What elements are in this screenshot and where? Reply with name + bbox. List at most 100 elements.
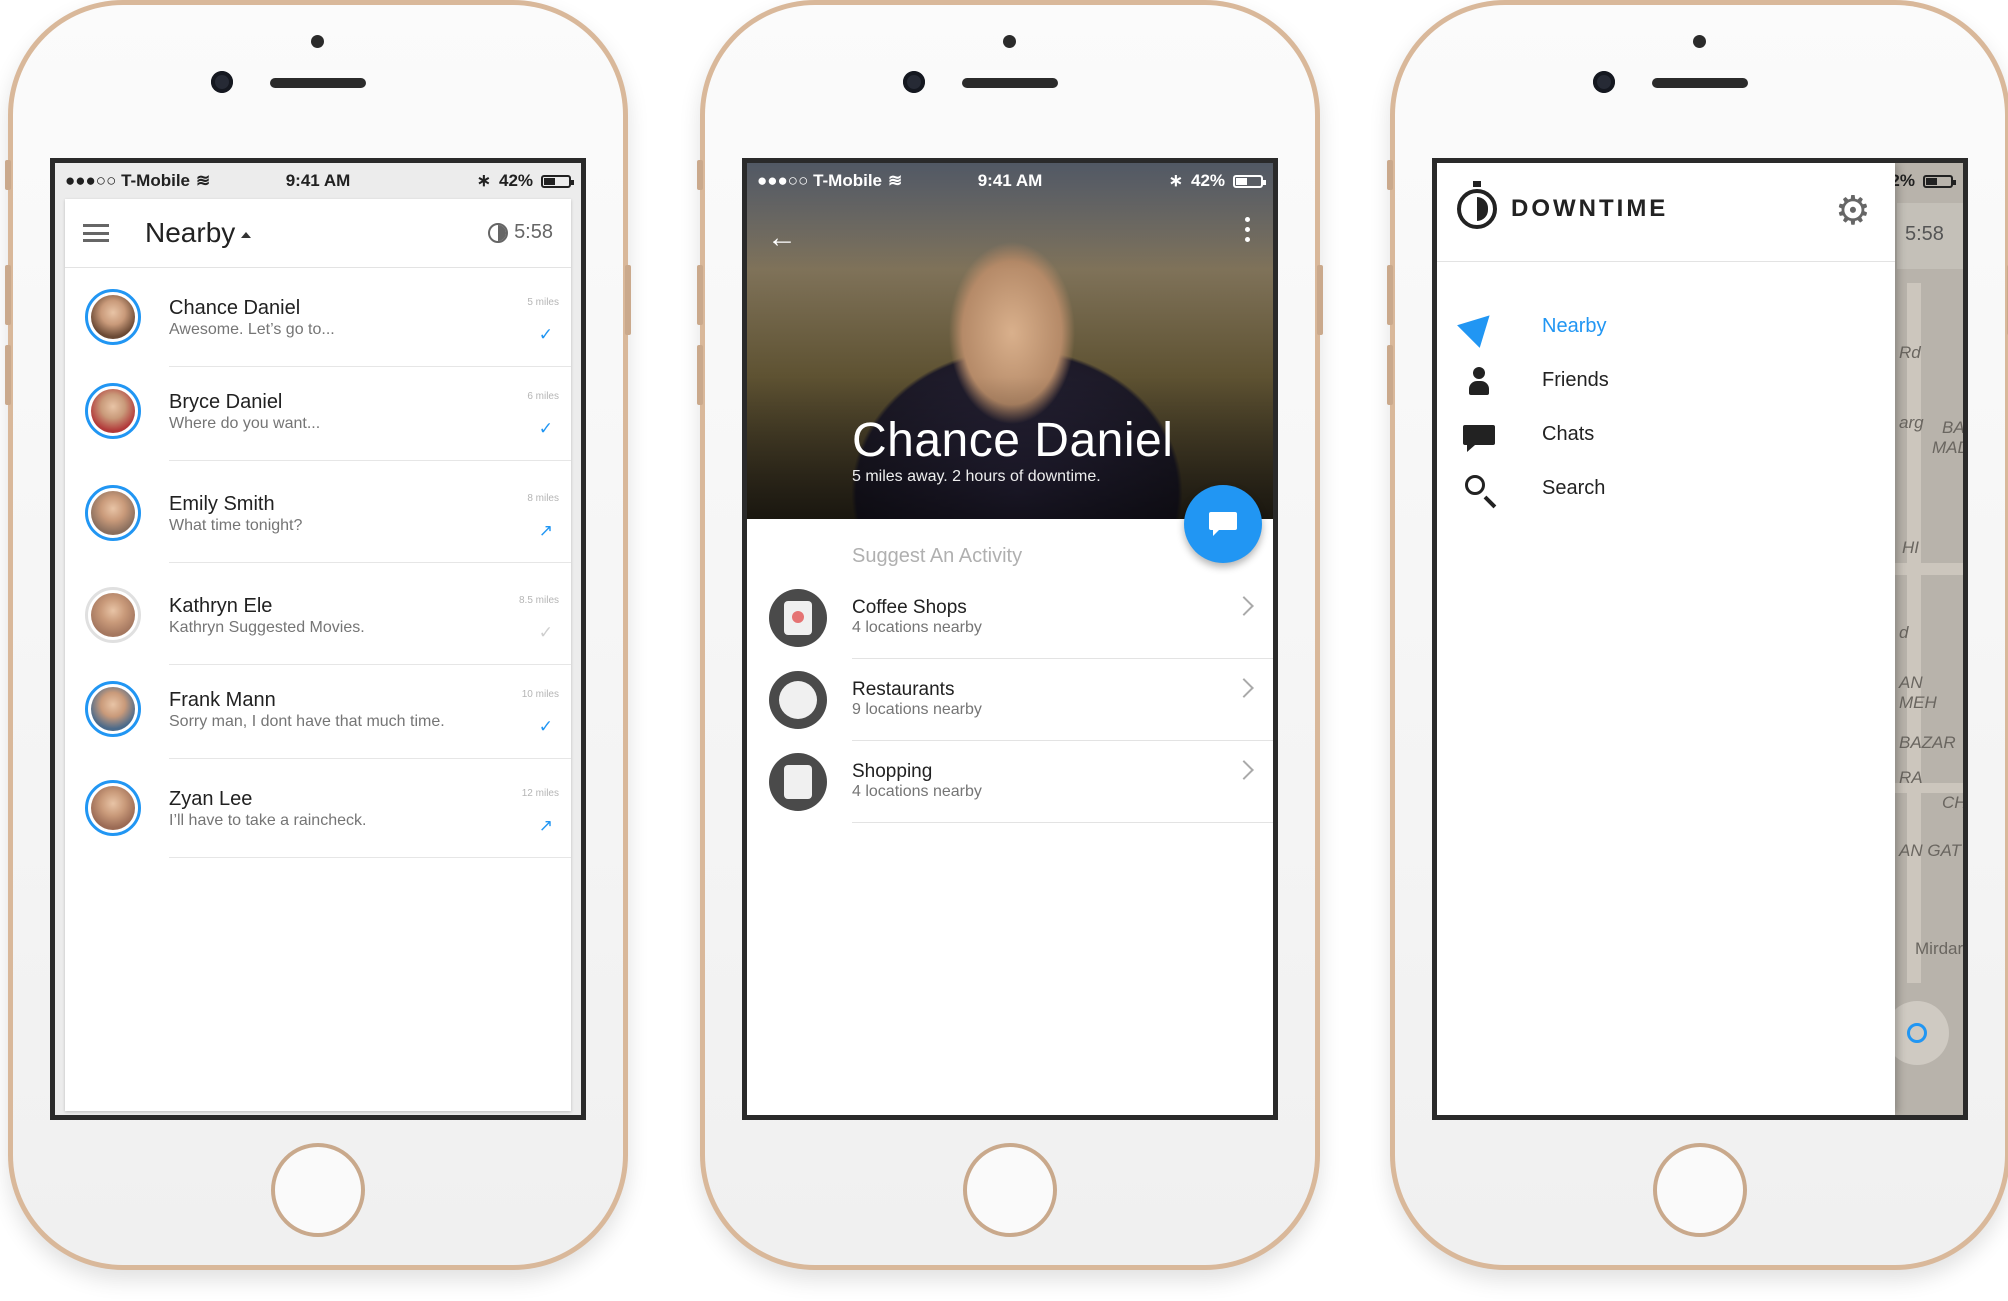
- map-timer-chip: 5:58: [1897, 203, 1963, 269]
- activity-title: Restaurants: [852, 679, 955, 700]
- person-icon: [1463, 365, 1495, 397]
- map-label: BA: [1942, 418, 1963, 437]
- screen-nearby: ●●●○○ T-Mobile ≋ 9:41 AM ∗ 42% Nearby 5:58…: [50, 158, 586, 1120]
- map-label: MAD: [1932, 438, 1963, 457]
- brand-name: DOWNTIME: [1511, 195, 1669, 222]
- distance-label: 10 miles: [521, 689, 559, 700]
- mute-switch: [5, 160, 11, 190]
- page-title: Nearby: [145, 217, 236, 248]
- contact-row[interactable]: Zyan Lee I’ll have to take a raincheck. 12…: [65, 758, 571, 858]
- map-label: CH: [1942, 793, 1963, 812]
- clock: 9:41 AM: [977, 171, 1043, 190]
- timer-icon: [488, 222, 509, 243]
- contact-name: Zyan Lee: [169, 788, 253, 810]
- message-status-icon: ✓: [538, 717, 553, 736]
- contact-name: Bryce Daniel: [169, 391, 283, 413]
- contact-row[interactable]: Kathryn Ele Kathryn Suggested Movies. 8.5 …: [65, 565, 571, 665]
- map-label: BAZAR: [1899, 733, 1956, 752]
- crosshair-icon: [1907, 1023, 1927, 1043]
- contacts-card: Nearby 5:58 Chance Daniel Awesome. Let’s …: [65, 199, 571, 1111]
- avatar: [85, 485, 141, 541]
- chevron-right-icon: [1234, 760, 1254, 780]
- chat-fab-button[interactable]: [1184, 485, 1262, 563]
- front-camera: [1593, 71, 1615, 93]
- status-bar: ●●●○○ T-Mobile ≋ 9:41 AM ∗ 42%: [55, 163, 581, 199]
- message-status-icon: ✓: [538, 325, 553, 344]
- nav-item-chats[interactable]: Chats: [1437, 405, 1895, 465]
- hamburger-menu-icon[interactable]: [83, 224, 109, 242]
- last-message: What time tonight?: [169, 517, 303, 534]
- nav-item-friends[interactable]: Friends: [1437, 351, 1895, 411]
- coffee-cup-icon: [769, 589, 827, 647]
- carrier-label: ●●●○○ T-Mobile: [65, 171, 191, 190]
- earpiece-speaker: [1652, 78, 1748, 88]
- avatar-photo: [91, 389, 135, 433]
- avatar: [85, 681, 141, 737]
- last-message: Kathryn Suggested Movies.: [169, 619, 365, 636]
- profile-name: Chance Daniel: [852, 414, 1174, 467]
- distance-label: 8 miles: [527, 493, 559, 504]
- map-label: d: [1899, 623, 1909, 642]
- bluetooth-icon: ∗: [476, 171, 491, 190]
- carrier-label: ●●●○○ T-Mobile: [757, 171, 883, 190]
- contact-name: Frank Mann: [169, 689, 276, 711]
- timer-value: 5:58: [514, 221, 553, 243]
- message-status-icon: ↗: [538, 816, 553, 835]
- avatar: [85, 587, 141, 643]
- last-message: Where do you want...: [169, 415, 321, 432]
- drawer-divider: [1437, 261, 1895, 262]
- battery-percent: 42%: [498, 171, 534, 190]
- home-button: [271, 1143, 365, 1237]
- contact-row[interactable]: Chance Daniel Awesome. Let’s go to... 5 mi…: [65, 267, 571, 367]
- contact-row[interactable]: Emily Smith What time tonight? 8 miles ↗: [65, 463, 571, 563]
- battery-icon: [1233, 174, 1267, 188]
- activity-row[interactable]: Coffee Shops 4 locations nearby: [747, 577, 1273, 659]
- chat-bubble-icon: [1463, 419, 1495, 452]
- wifi-icon: ≋: [196, 171, 211, 190]
- map-label: Rd: [1899, 343, 1921, 362]
- shopping-bag-icon: [769, 753, 827, 811]
- chevron-right-icon: [1234, 596, 1254, 616]
- avatar: [85, 383, 141, 439]
- activity-row[interactable]: Restaurants 9 locations nearby: [747, 659, 1273, 741]
- avatar-photo: [91, 593, 135, 637]
- distance-label: 5 miles: [527, 297, 559, 308]
- gear-icon[interactable]: ⚙: [1835, 191, 1871, 231]
- contact-name: Chance Daniel: [169, 297, 301, 319]
- message-status-icon: ✓: [538, 623, 553, 642]
- volume-down-button: [697, 345, 703, 405]
- activity-row[interactable]: Shopping 4 locations nearby: [747, 741, 1273, 823]
- nav-item-nearby[interactable]: Nearby: [1437, 297, 1895, 357]
- avatar-photo: [91, 786, 135, 830]
- sensor-dot: [1693, 35, 1706, 48]
- wifi-icon: ≋: [888, 171, 903, 190]
- activity-title: Coffee Shops: [852, 597, 967, 618]
- more-options-icon[interactable]: [1245, 217, 1251, 242]
- contact-row[interactable]: Frank Mann Sorry man, I dont have that mu…: [65, 659, 571, 759]
- title-dropdown[interactable]: Nearby: [145, 217, 252, 249]
- clock: 9:41 AM: [285, 171, 351, 190]
- nav-label: Nearby: [1542, 315, 1607, 337]
- bluetooth-icon: ∗: [1168, 171, 1183, 190]
- volume-up-button: [5, 265, 11, 325]
- contact-row[interactable]: Bryce Daniel Where do you want... 6 miles ✓: [65, 361, 571, 461]
- volume-down-button: [1387, 345, 1393, 405]
- earpiece-speaker: [962, 78, 1058, 88]
- last-message: I’ll have to take a raincheck.: [169, 812, 367, 829]
- profile-subtitle: 5 miles away. 2 hours of downtime.: [852, 468, 1101, 485]
- brand-header: DOWNTIME: [1457, 181, 1669, 229]
- home-button: [1653, 1143, 1747, 1237]
- back-arrow-icon[interactable]: ←: [767, 221, 797, 255]
- distance-label: 6 miles: [527, 391, 559, 402]
- downtime-timer[interactable]: 5:58: [488, 221, 553, 244]
- phone-frame-2: ●●●○○ T-Mobile ≋ 9:41 AM ∗ 42% ← Chance Da…: [697, 0, 1323, 1270]
- map-label: AN GAT: [1899, 841, 1962, 860]
- nav-label: Chats: [1542, 423, 1595, 445]
- contact-name: Emily Smith: [169, 493, 275, 515]
- distance-label: 12 miles: [521, 788, 559, 799]
- contact-name: Kathryn Ele: [169, 595, 273, 617]
- nav-label: Search: [1542, 477, 1606, 499]
- section-title: Suggest An Activity: [852, 545, 1023, 567]
- nav-item-search[interactable]: Search: [1437, 459, 1895, 519]
- map-label: AN MEH: [1899, 673, 1937, 712]
